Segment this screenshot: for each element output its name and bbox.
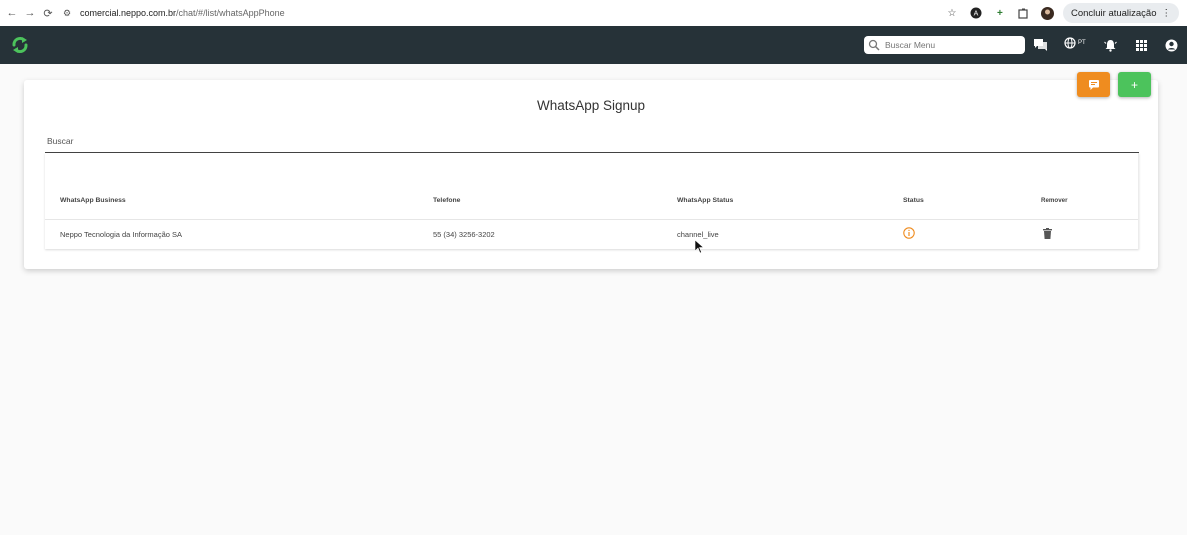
chat-fab-button[interactable]	[1077, 72, 1110, 97]
remove-cell	[1041, 219, 1138, 249]
browser-toolbar: ← → ⟳ ⚙ comercial.neppo.com.br/chat/#/li…	[0, 0, 1187, 26]
menu-search-input[interactable]	[885, 40, 1020, 50]
update-button[interactable]: Concluir atualização ⋮	[1062, 3, 1179, 23]
trash-icon[interactable]	[1043, 227, 1052, 239]
svg-text:A: A	[974, 11, 979, 18]
business-name-cell: Neppo Tecnologia da Informação SA	[60, 229, 183, 239]
chat-icon	[1088, 79, 1099, 90]
add-button[interactable]: +	[1118, 72, 1151, 97]
profile-avatar-icon[interactable]	[1039, 4, 1057, 22]
language-label: PT	[1078, 40, 1086, 46]
update-label: Concluir atualização	[1070, 7, 1157, 19]
phone-cell: 55 (34) 3256-3202	[433, 229, 495, 239]
wa-status-cell: channel_live	[677, 229, 719, 239]
extension-icon[interactable]: A	[967, 4, 985, 22]
app-header: PT	[0, 26, 1187, 64]
add-extension-icon[interactable]: +	[991, 4, 1009, 22]
language-selector[interactable]: PT	[1064, 37, 1086, 49]
globe-icon	[1064, 37, 1076, 49]
column-header-phone[interactable]: Telefone	[433, 153, 677, 220]
site-settings-icon[interactable]: ⚙	[63, 8, 77, 19]
column-header-remove: Remover	[1041, 153, 1138, 220]
search-icon	[868, 39, 880, 51]
apps-grid-icon[interactable]	[1134, 38, 1148, 52]
url-host: comercial.neppo.com.br	[80, 8, 177, 18]
add-label: +	[1130, 77, 1138, 92]
extensions-puzzle-icon[interactable]	[1015, 4, 1033, 22]
mouse-cursor-icon	[695, 240, 705, 254]
status-cell	[903, 219, 1041, 249]
back-arrow-icon[interactable]: ←	[3, 4, 21, 22]
column-header-wa-status[interactable]: WhatsApp Status	[677, 153, 903, 220]
menu-search-box[interactable]	[864, 36, 1025, 54]
page-title: WhatsApp Signup	[536, 98, 646, 113]
neppo-logo[interactable]	[10, 35, 30, 55]
more-vert-icon: ⋮	[1161, 7, 1172, 19]
account-circle-icon[interactable]	[1164, 38, 1178, 52]
search-input[interactable]	[45, 124, 1139, 152]
phones-table: WhatsApp Business Telefone WhatsApp Stat…	[45, 153, 1139, 249]
whatsapp-signup-card: WhatsApp Signup WhatsApp Business Telefo…	[24, 80, 1158, 269]
forward-arrow-icon[interactable]: →	[21, 4, 39, 22]
column-header-business[interactable]: WhatsApp Business	[45, 153, 433, 220]
info-icon[interactable]	[903, 227, 915, 239]
address-bar[interactable]: ⚙ comercial.neppo.com.br/chat/#/list/wha…	[63, 3, 285, 23]
chat-bubbles-icon[interactable]	[1033, 38, 1047, 52]
url-path: /chat/#/list/whatsAppPhone	[176, 8, 285, 18]
table-row[interactable]: Neppo Tecnologia da Informação SA 55 (34…	[45, 219, 1138, 249]
table-header-row: WhatsApp Business Telefone WhatsApp Stat…	[45, 153, 1138, 220]
bookmark-star-icon[interactable]: ☆	[943, 4, 961, 22]
reload-icon[interactable]: ⟳	[39, 4, 57, 22]
column-header-status[interactable]: Status	[903, 153, 1041, 220]
search-field[interactable]	[45, 124, 1139, 153]
notification-bell-icon[interactable]	[1103, 38, 1117, 52]
